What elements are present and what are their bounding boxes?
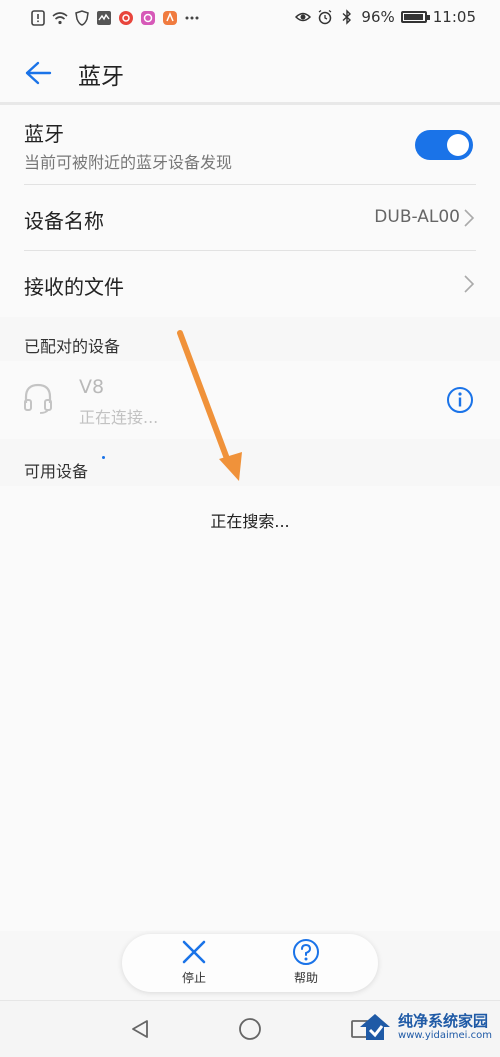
- eye-icon: [295, 12, 312, 22]
- activity-icon: [97, 11, 111, 25]
- wifi-icon: [52, 12, 68, 25]
- available-devices-area: [0, 486, 500, 931]
- info-icon[interactable]: [446, 386, 474, 414]
- paired-device-card: [0, 361, 500, 439]
- watermark-logo-icon: [360, 1014, 391, 1040]
- clock: 11:05: [432, 8, 476, 26]
- device-name-value: DUB-AL00: [374, 207, 460, 227]
- bluetooth-switch[interactable]: [415, 130, 473, 160]
- stop-button[interactable]: 停止: [164, 938, 224, 988]
- bluetooth-title: 蓝牙: [24, 122, 64, 146]
- watermark-url: www.yidaimei.com: [398, 1030, 492, 1041]
- chevron-right-icon: [464, 275, 475, 293]
- battery-fill: [403, 14, 423, 20]
- nav-home-button[interactable]: [236, 1015, 264, 1043]
- row-divider: [24, 184, 476, 185]
- alert-icon: [31, 10, 45, 26]
- battery-icon: [400, 11, 430, 23]
- searching-text: 正在搜索...: [210, 512, 290, 531]
- device-name-label: 设备名称: [24, 209, 104, 233]
- nav-back-button[interactable]: [126, 1015, 154, 1043]
- paired-device-status: 正在连接...: [79, 408, 159, 427]
- bluetooth-subtitle: 当前可被附近的蓝牙设备发现: [24, 153, 233, 172]
- triangle-back-icon: [132, 1020, 148, 1038]
- stop-label: 停止: [181, 971, 206, 985]
- shield-icon: [75, 10, 89, 26]
- close-icon: [182, 940, 206, 964]
- app-orange-icon: [163, 11, 177, 25]
- paired-device-name: V8: [79, 376, 105, 398]
- circle-home-icon: [239, 1018, 261, 1040]
- watermark-text-block: 纯净系统家园 www.yidaimei.com: [398, 1012, 492, 1042]
- back-button[interactable]: [20, 56, 56, 90]
- chevron-right-icon: [464, 209, 475, 227]
- watermark-text: 纯净系统家园: [398, 1012, 489, 1030]
- bluetooth-icon: [342, 9, 352, 25]
- bottom-action-bar: 停止 帮助: [122, 934, 378, 992]
- headset-icon: [24, 383, 52, 414]
- app-pink-icon: [141, 11, 155, 25]
- watermark: 纯净系统家园 www.yidaimei.com: [358, 1012, 492, 1042]
- alarm-icon: [319, 9, 332, 25]
- received-files-label: 接收的文件: [24, 275, 124, 299]
- page-title: 蓝牙: [78, 64, 124, 90]
- help-button[interactable]: 帮助: [276, 938, 336, 988]
- status-bar: 96% 11:05: [0, 0, 500, 40]
- status-icons-right: 96% 11:05: [295, 8, 476, 26]
- help-label: 帮助: [293, 971, 318, 985]
- more-icon: [185, 16, 199, 20]
- app-bar: 蓝牙: [0, 40, 500, 104]
- status-icons-left: [30, 10, 200, 26]
- switch-knob: [447, 134, 469, 156]
- help-icon: [293, 939, 319, 965]
- row-divider: [24, 250, 476, 251]
- battery-percent: 96%: [361, 8, 395, 26]
- back-arrow-icon: [25, 61, 52, 85]
- paired-section-header: 已配对的设备: [24, 337, 121, 356]
- scan-indicator: [102, 456, 105, 459]
- available-section-header: 可用设备: [24, 462, 89, 481]
- app-red-icon: [119, 11, 133, 25]
